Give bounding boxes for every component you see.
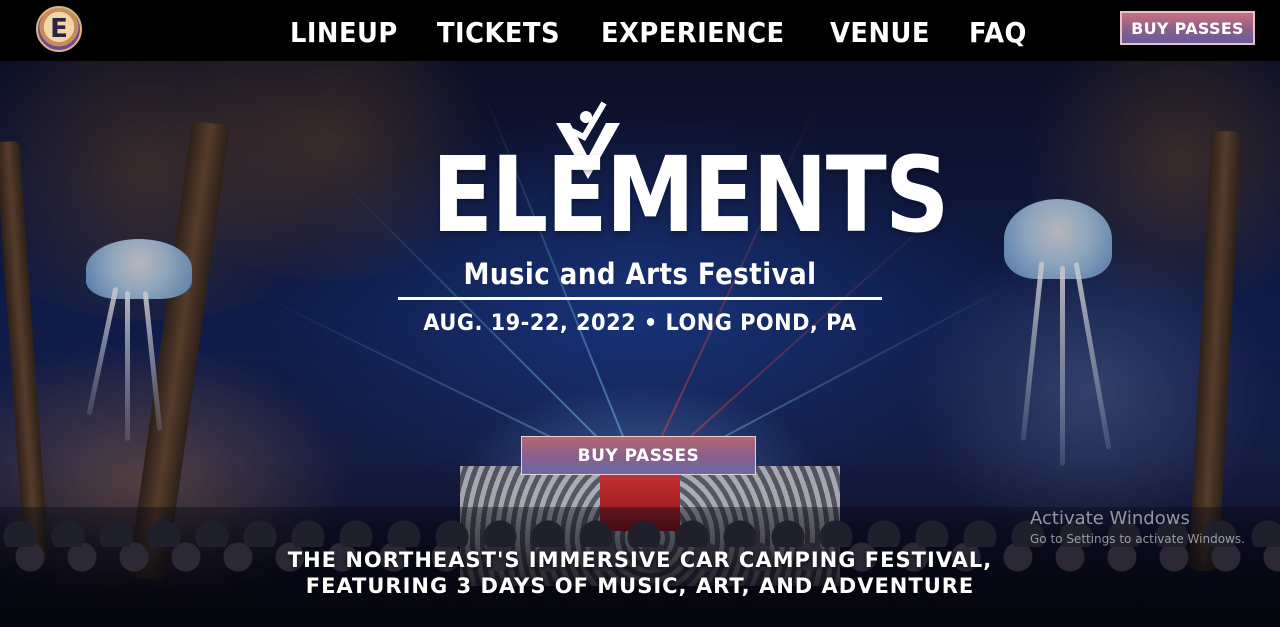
primary-nav: LINEUP TICKETS EXPERIENCE VENUE FAQ	[290, 14, 1032, 52]
tagline-line-2: FEATURING 3 DAYS OF MUSIC, ART, AND ADVE…	[305, 574, 975, 598]
nav-link-lineup[interactable]: LINEUP	[290, 14, 398, 52]
logo-letter: E	[50, 14, 68, 44]
tagline-line-1: THE NORTHEAST'S IMMERSIVE CAR CAMPING FE…	[287, 548, 993, 572]
festival-logo-link[interactable]: E	[36, 6, 82, 52]
nav-link-faq[interactable]: FAQ	[969, 14, 1027, 52]
hero-tagline: THE NORTHEAST'S IMMERSIVE CAR CAMPING FE…	[240, 547, 1040, 599]
hero-buy-passes-button[interactable]: BUY PASSES	[521, 436, 756, 475]
festival-title: ELEMENTS	[431, 134, 950, 256]
nav-link-venue[interactable]: VENUE	[830, 14, 930, 52]
watermark-subtitle: Go to Settings to activate Windows.	[1030, 532, 1245, 546]
watermark-title: Activate Windows	[1030, 508, 1190, 529]
nav-link-experience[interactable]: EXPERIENCE	[601, 14, 785, 52]
festival-date-location: AUG. 19-22, 2022 • LONG POND, PA	[423, 311, 857, 336]
windows-activation-watermark: Activate Windows Go to Settings to activ…	[1030, 507, 1245, 547]
top-navigation-bar: E LINEUP TICKETS EXPERIENCE VENUE FAQ BU…	[0, 0, 1280, 61]
title-divider	[398, 297, 882, 300]
header-buy-passes-button[interactable]: BUY PASSES	[1120, 11, 1255, 45]
festival-brand-block: ELEMENTS Music and Arts Festival AUG. 19…	[398, 101, 950, 338]
nav-link-tickets[interactable]: TICKETS	[437, 14, 560, 52]
festival-subtitle: Music and Arts Festival	[463, 257, 817, 291]
